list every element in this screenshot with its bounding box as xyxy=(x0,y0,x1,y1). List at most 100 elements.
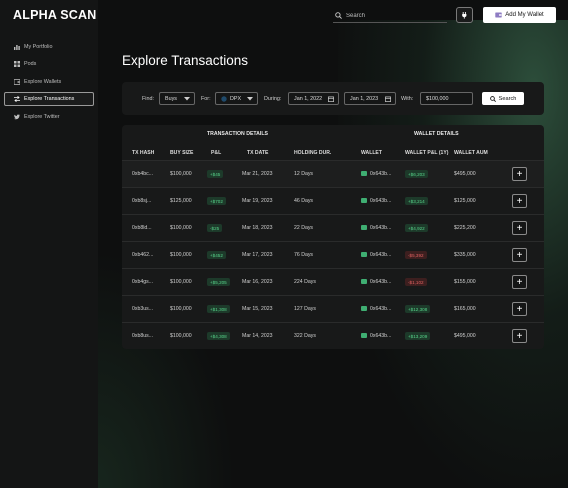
start-date-input[interactable]: Jan 1, 2022 xyxy=(288,92,339,105)
wallet-address-link[interactable]: 0x643b... xyxy=(370,198,391,204)
sidebar-item-explore-twitter[interactable]: Explore Twitter xyxy=(4,110,94,124)
plugin-button[interactable] xyxy=(456,7,473,23)
pnl-badge: +$5,205 xyxy=(207,278,230,286)
tx-date-cell: Mar 15, 2023 xyxy=(242,306,273,312)
sidebar-item-label: Explore Twitter xyxy=(24,113,60,120)
tx-hash-link[interactable]: 0xb3us... xyxy=(132,306,153,312)
sidebar-item-explore-wallets[interactable]: Explore Wallets xyxy=(4,75,94,89)
wallet-address-link[interactable]: 0x643b... xyxy=(370,252,391,258)
global-search[interactable] xyxy=(333,9,447,23)
tx-hash-link[interactable]: 0xb4bc... xyxy=(132,171,153,177)
with-label: With: xyxy=(401,96,414,102)
add-to-watchlist-button[interactable]: + xyxy=(512,302,527,316)
amount-input[interactable]: $100,000 xyxy=(420,92,473,105)
add-wallet-label: Add My Wallet xyxy=(505,12,544,18)
sidebar-item-my-portfolio[interactable]: My Portfolio xyxy=(4,40,94,54)
sidebar-nav: My Portfolio Pods Explore Wallets Explor… xyxy=(4,40,94,127)
end-date-input[interactable]: Jan 1, 2023 xyxy=(344,92,396,105)
table-row[interactable]: 0xb8us... $100,000 +$4,308 Mar 14, 2023 322 … xyxy=(122,322,544,349)
end-date-value: Jan 1, 2023 xyxy=(350,95,379,102)
transactions-table: TRANSACTION DETAILS WALLET DETAILS TX HA… xyxy=(122,125,544,349)
wallet-pnl-badge: +$12,308 xyxy=(405,305,431,313)
sidebar-item-label: Explore Wallets xyxy=(24,78,62,85)
filter-search-button[interactable]: Search xyxy=(482,92,524,105)
wallet-pnl-badge: +$6,203 xyxy=(405,170,428,178)
wallet-address-link[interactable]: 0x643b... xyxy=(370,225,391,231)
buy-size-cell: $100,000 xyxy=(170,306,192,312)
wallet-aum-cell: $165,000 xyxy=(454,306,476,312)
token-select[interactable]: DPX xyxy=(215,92,258,105)
wallet-address-link[interactable]: 0x643b... xyxy=(370,279,391,285)
buy-size-cell: $100,000 xyxy=(170,225,192,231)
column-header-wallet[interactable]: WALLET xyxy=(361,150,382,156)
column-header-holding[interactable]: HOLDING DUR. xyxy=(294,150,331,156)
add-to-watchlist-button[interactable]: + xyxy=(512,167,527,181)
wallet-icon xyxy=(361,225,367,230)
column-header-buy-size[interactable]: BUY SIZE xyxy=(170,150,193,156)
wallet-icon xyxy=(361,198,367,203)
sidebar-item-label: Explore Transactions xyxy=(24,96,75,103)
find-label: Find: xyxy=(142,96,154,102)
wallet-aum-cell: $225,200 xyxy=(454,225,476,231)
transactions-icon xyxy=(14,96,20,103)
table-row[interactable]: 0xb8sj... $125,000 +$702 Mar 19, 2023 46 Day… xyxy=(122,187,544,214)
wallet-address-link[interactable]: 0x643b... xyxy=(370,171,391,177)
wallet-pnl-badge: +$13,209 xyxy=(405,332,431,340)
table-row[interactable]: 0xb4gs... $100,000 +$5,205 Mar 16, 2023 224 … xyxy=(122,268,544,295)
find-select[interactable]: Buys xyxy=(159,92,195,105)
tx-date-cell: Mar 14, 2023 xyxy=(242,333,273,339)
wallet-icon xyxy=(361,252,367,257)
buy-size-cell: $100,000 xyxy=(170,252,192,258)
add-to-watchlist-button[interactable]: + xyxy=(512,221,527,235)
holding-duration-cell: 46 Days xyxy=(294,198,314,204)
wallet-aum-cell: $495,000 xyxy=(454,171,476,177)
plug-icon xyxy=(461,12,466,19)
wallet-address-link[interactable]: 0x643b... xyxy=(370,306,391,312)
filter-bar: Find: Buys For: DPX During: Jan 1, 2022 … xyxy=(122,82,544,115)
app-logo: ALPHA SCAN xyxy=(13,8,97,22)
sidebar-item-pods[interactable]: Pods xyxy=(4,57,94,71)
chevron-down-icon xyxy=(247,97,253,101)
column-header-wallet-pnl[interactable]: WALLET P&L (1Y) xyxy=(405,150,449,156)
add-to-watchlist-button[interactable]: + xyxy=(512,248,527,262)
sidebar: ALPHA SCAN My Portfolio Pods Explore Wal… xyxy=(0,0,98,488)
wallet-aum-cell: $125,000 xyxy=(454,198,476,204)
wallet-aum-cell: $495,000 xyxy=(454,333,476,339)
wallet-address-link[interactable]: 0x643b... xyxy=(370,333,391,339)
column-header-wallet-aum[interactable]: WALLET AUM xyxy=(454,150,488,156)
table-row[interactable]: 0xb8ld... $100,000 -$25 Mar 18, 2023 22 Days… xyxy=(122,214,544,241)
add-to-watchlist-button[interactable]: + xyxy=(512,275,527,289)
wallet-pnl-badge: -$1,102 xyxy=(405,278,427,286)
search-input[interactable] xyxy=(346,12,441,19)
start-date-value: Jan 1, 2022 xyxy=(294,95,323,102)
column-header-tx-hash[interactable]: TX HASH xyxy=(132,150,154,156)
holding-duration-cell: 76 Days xyxy=(294,252,314,258)
chevron-down-icon xyxy=(184,97,190,101)
column-header-pnl[interactable]: P&L xyxy=(211,150,221,156)
table-row[interactable]: 0xb4bc... $100,000 +$45 Mar 21, 2023 12 Days… xyxy=(122,160,544,187)
tx-hash-link[interactable]: 0xb8sj... xyxy=(132,198,151,204)
pnl-badge: +$452 xyxy=(207,251,226,259)
amount-value: $100,000 xyxy=(426,95,449,102)
bar-chart-icon xyxy=(14,44,20,50)
sidebar-item-explore-transactions[interactable]: Explore Transactions xyxy=(4,92,94,107)
wallet-icon xyxy=(361,333,367,338)
add-to-watchlist-button[interactable]: + xyxy=(512,194,527,208)
tx-hash-link[interactable]: 0xb8us... xyxy=(132,333,153,339)
find-value: Buys xyxy=(165,95,177,102)
pnl-badge: +$1,308 xyxy=(207,305,230,313)
tx-date-cell: Mar 19, 2023 xyxy=(242,198,273,204)
add-to-watchlist-button[interactable]: + xyxy=(512,329,527,343)
add-wallet-button[interactable]: Add My Wallet xyxy=(483,7,556,23)
group-header-wallet: WALLET DETAILS xyxy=(414,131,459,137)
column-header-tx-date[interactable]: TX DATE xyxy=(247,150,268,156)
for-label: For: xyxy=(201,96,211,102)
tx-hash-link[interactable]: 0xb462... xyxy=(132,252,153,258)
tx-hash-link[interactable]: 0xb4gs... xyxy=(132,279,153,285)
tx-date-cell: Mar 21, 2023 xyxy=(242,171,273,177)
wallet-pnl-badge: -$5,392 xyxy=(405,251,427,259)
buy-size-cell: $100,000 xyxy=(170,279,192,285)
table-row[interactable]: 0xb462... $100,000 +$452 Mar 17, 2023 76 Day… xyxy=(122,241,544,268)
table-row[interactable]: 0xb3us... $100,000 +$1,308 Mar 15, 2023 127 … xyxy=(122,295,544,322)
tx-hash-link[interactable]: 0xb8ld... xyxy=(132,225,152,231)
